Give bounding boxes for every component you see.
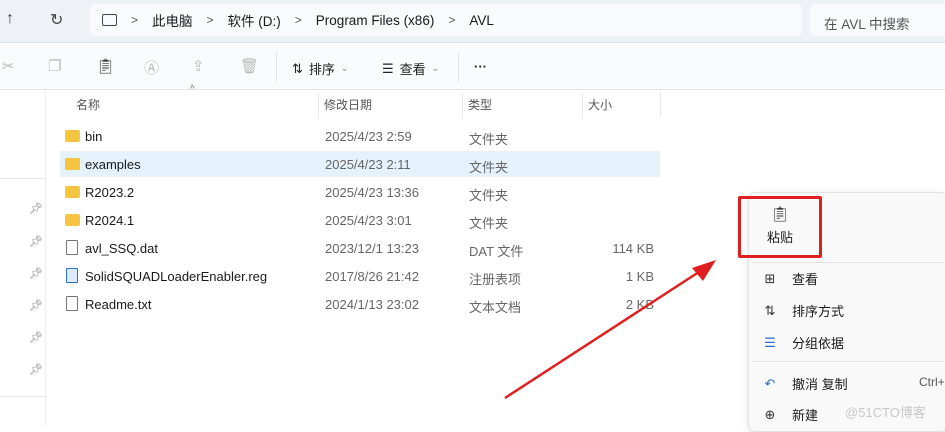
red-arrow-annotation [504, 260, 716, 400]
